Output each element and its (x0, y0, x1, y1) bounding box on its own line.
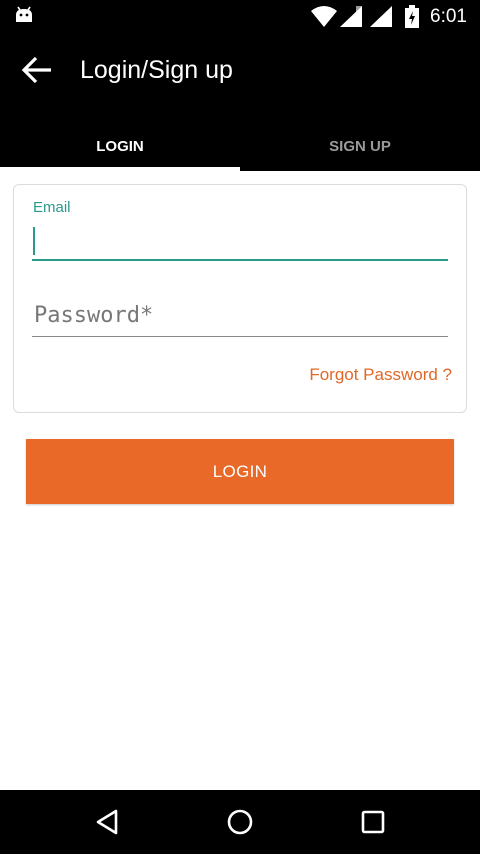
nav-back-button[interactable] (87, 804, 127, 840)
nav-recents-icon (361, 810, 385, 834)
signal-icon (340, 6, 362, 27)
nav-back-icon (96, 809, 118, 835)
forgot-password-link[interactable]: Forgot Password ? (309, 365, 452, 385)
status-bar: 6:01 (0, 0, 480, 33)
back-button[interactable] (12, 47, 62, 93)
tab-login-label: LOGIN (96, 137, 144, 155)
tab-selected-indicator (0, 167, 240, 171)
android-debug-icon (16, 6, 32, 22)
system-nav-bar (0, 790, 480, 854)
arrow-back-icon (21, 56, 51, 84)
nav-home-button[interactable] (220, 804, 260, 840)
app-bar: Login/Sign up LOGIN SIGN UP (0, 33, 480, 171)
page-title: Login/Sign up (80, 56, 233, 84)
password-field[interactable] (32, 295, 448, 337)
nav-recents-button[interactable] (353, 804, 393, 840)
battery-charging-icon (405, 5, 419, 28)
wifi-icon (311, 6, 337, 27)
tab-sign-up[interactable]: SIGN UP (240, 121, 480, 171)
nav-home-icon (227, 809, 253, 835)
login-button[interactable]: LOGIN (26, 439, 454, 504)
email-field[interactable] (32, 221, 448, 261)
tab-bar: LOGIN SIGN UP (0, 121, 480, 171)
text-cursor (33, 227, 35, 255)
tab-sign-up-label: SIGN UP (329, 137, 391, 155)
tab-login[interactable]: LOGIN (0, 121, 240, 171)
email-label: Email (33, 199, 71, 216)
signal-icon (370, 6, 392, 27)
status-time: 6:01 (430, 6, 467, 27)
login-form-card: Email Forgot Password ? (13, 184, 467, 413)
